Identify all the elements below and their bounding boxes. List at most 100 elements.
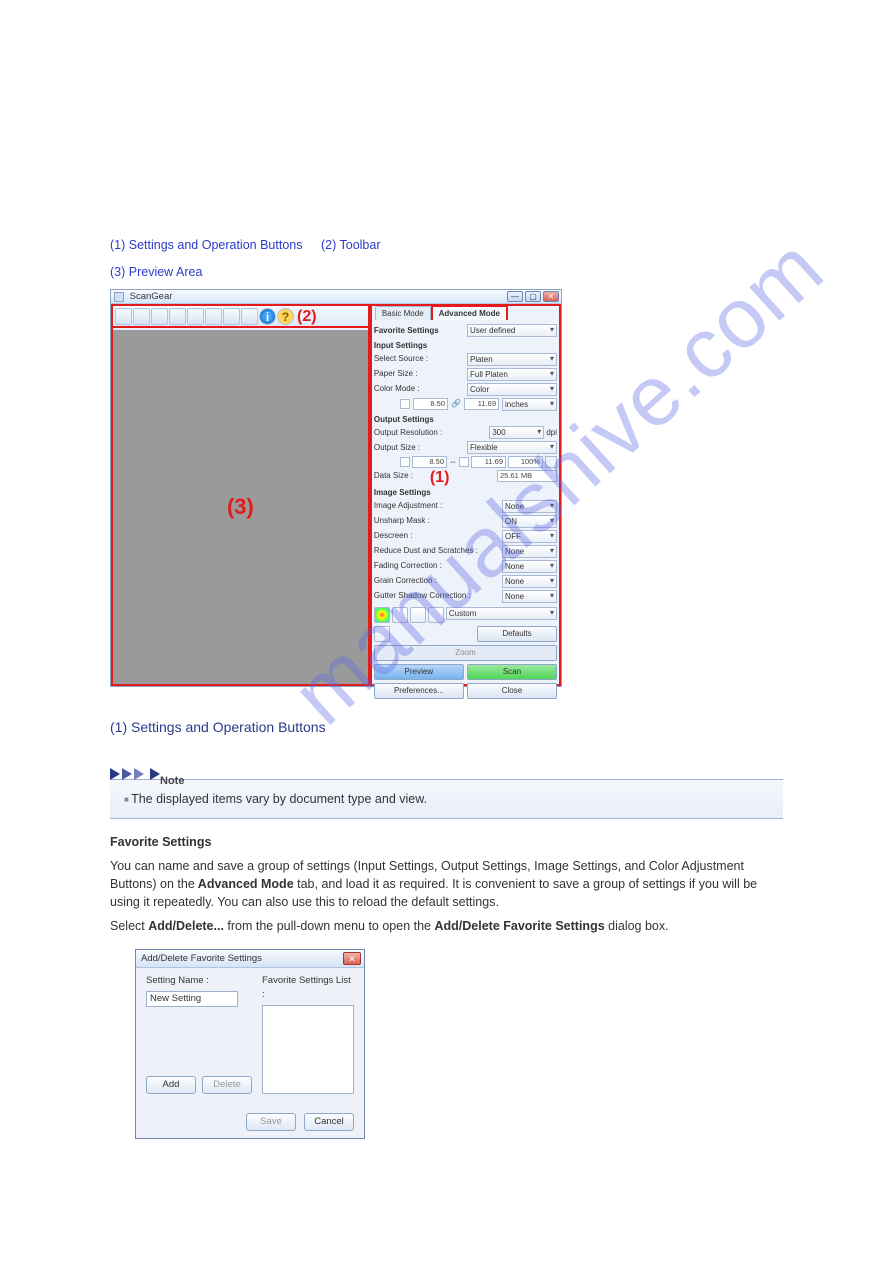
favorite-settings-label: Favorite Settings: [374, 325, 439, 337]
output-percent-field[interactable]: 100%: [508, 456, 543, 468]
settings-panel: (1) Basic Mode Advanced Mode Favorite Se…: [370, 304, 561, 686]
maximize-button[interactable]: ▢: [525, 291, 541, 302]
color-mode-dropdown[interactable]: Color: [467, 383, 557, 396]
threshold-icon[interactable]: [374, 626, 390, 642]
data-size-label: Data Size :: [374, 470, 413, 482]
section-heading-1: (1) Settings and Operation Buttons: [110, 717, 783, 737]
app-icon: [114, 292, 124, 302]
toolbar-button[interactable]: [115, 308, 132, 325]
info-icon[interactable]: i: [259, 308, 276, 325]
output-settings-heading: Output Settings: [374, 414, 557, 426]
setting-name-input[interactable]: New Setting: [146, 991, 238, 1007]
anchor-links: (1) Settings and Operation Buttons (2) T…: [110, 235, 783, 256]
fading-correction-dropdown[interactable]: None: [502, 560, 557, 573]
fav-para-2: Select Add/Delete... from the pull-down …: [110, 917, 783, 935]
color-adjust-icon[interactable]: [374, 607, 390, 623]
zoom-button[interactable]: Zoom: [374, 645, 557, 661]
output-resolution-label: Output Resolution :: [374, 427, 442, 439]
toolbar-button[interactable]: [169, 308, 186, 325]
output-size-label: Output Size :: [374, 442, 420, 454]
minimize-button[interactable]: —: [507, 291, 523, 302]
note-label: Note: [150, 768, 160, 780]
note-box: The displayed items vary by document typ…: [110, 779, 783, 819]
help-icon[interactable]: ?: [277, 308, 294, 325]
toolbar-button[interactable]: [241, 308, 258, 325]
cancel-button[interactable]: Cancel: [304, 1113, 354, 1131]
favorite-settings-list[interactable]: [262, 1005, 354, 1094]
unsharp-mask-dropdown[interactable]: ON: [502, 515, 557, 528]
tab-basic-mode[interactable]: Basic Mode: [375, 306, 431, 321]
note-text: The displayed items vary by document typ…: [124, 790, 769, 808]
delete-button[interactable]: Delete: [202, 1076, 252, 1094]
image-adjustment-dropdown[interactable]: None: [502, 500, 557, 513]
callout-3: (3): [227, 491, 254, 523]
scangear-title-text: ScanGear: [130, 291, 173, 302]
scan-button[interactable]: Scan: [467, 664, 557, 680]
input-width-field[interactable]: 8.50: [413, 398, 448, 410]
select-source-dropdown[interactable]: Platen: [467, 353, 557, 366]
gutter-shadow-dropdown[interactable]: None: [502, 590, 557, 603]
lock-icon[interactable]: [400, 399, 410, 409]
image-settings-heading: Image Settings: [374, 487, 557, 499]
link-settings-buttons[interactable]: (1) Settings and Operation Buttons: [110, 238, 302, 252]
scangear-window: ScanGear — ▢ ✕ i ?: [110, 289, 562, 687]
custom-dropdown[interactable]: Custom: [446, 607, 557, 620]
reduce-dust-dropdown[interactable]: None: [502, 545, 557, 558]
lock-icon[interactable]: [400, 457, 410, 467]
close-button[interactable]: Close: [467, 683, 557, 699]
input-unit-dropdown[interactable]: inches: [502, 398, 557, 411]
add-button[interactable]: Add: [146, 1076, 196, 1094]
toolbar-button[interactable]: [187, 308, 204, 325]
grain-correction-dropdown[interactable]: None: [502, 575, 557, 588]
paper-size-dropdown[interactable]: Full Platen: [467, 368, 557, 381]
data-size-value: 25.61 MB: [497, 470, 557, 482]
dialog-title-text: Add/Delete Favorite Settings: [141, 953, 262, 964]
favorite-settings-select[interactable]: User defined: [467, 324, 557, 337]
descreen-dropdown[interactable]: OFF: [502, 530, 557, 543]
callout-2: (2): [297, 305, 317, 328]
add-delete-favorite-dialog: Add/Delete Favorite Settings ✕ Setting N…: [135, 949, 365, 1139]
close-window-button[interactable]: ✕: [543, 291, 559, 302]
defaults-button[interactable]: Defaults: [477, 626, 557, 642]
output-size-dropdown[interactable]: Flexible: [467, 441, 557, 454]
save-button[interactable]: Save: [246, 1113, 296, 1131]
link-icon[interactable]: ⇔: [449, 456, 457, 468]
descreen-label: Descreen :: [374, 530, 413, 542]
reduce-dust-label: Reduce Dust and Scratches :: [374, 545, 478, 557]
output-resolution-dropdown[interactable]: 300: [489, 426, 544, 439]
link-toolbar[interactable]: (2) Toolbar: [321, 238, 381, 252]
curve-icon[interactable]: [428, 607, 444, 623]
fading-correction-label: Fading Correction :: [374, 560, 442, 572]
left-panel: i ? (2) (3): [111, 304, 370, 686]
preview-button[interactable]: Preview: [374, 664, 464, 680]
paper-size-label: Paper Size :: [374, 368, 418, 380]
preferences-button[interactable]: Preferences...: [374, 683, 464, 699]
dialog-close-button[interactable]: ✕: [343, 952, 361, 965]
output-height-field[interactable]: 11.69: [471, 456, 506, 468]
favorite-list-label: Favorite Settings List :: [262, 974, 354, 1002]
select-source-label: Select Source :: [374, 353, 428, 365]
toolbar: i ? (2): [111, 304, 370, 328]
toolbar-button[interactable]: [133, 308, 150, 325]
color-mode-label: Color Mode :: [374, 383, 420, 395]
histogram-icon[interactable]: [410, 607, 426, 623]
link-preview-area[interactable]: (3) Preview Area: [110, 265, 202, 279]
callout-1: (1): [430, 466, 450, 489]
toolbar-button[interactable]: [205, 308, 222, 325]
gutter-shadow-label: Gutter Shadow Correction :: [374, 590, 471, 602]
stepper-icon[interactable]: [545, 456, 557, 468]
brightness-icon[interactable]: [392, 607, 408, 623]
toolbar-button[interactable]: [151, 308, 168, 325]
grain-correction-label: Grain Correction :: [374, 575, 437, 587]
preview-area[interactable]: (3): [113, 330, 368, 684]
toolbar-button[interactable]: [223, 308, 240, 325]
link-icon[interactable]: 🔗: [451, 398, 461, 410]
input-height-field[interactable]: 11.69: [464, 398, 499, 410]
unsharp-mask-label: Unsharp Mask :: [374, 515, 430, 527]
dpi-label: dpi: [546, 426, 557, 439]
dialog-titlebar: Add/Delete Favorite Settings ✕: [136, 950, 364, 968]
lock-icon[interactable]: [459, 457, 469, 467]
input-settings-heading: Input Settings: [374, 340, 557, 352]
setting-name-label: Setting Name :: [146, 974, 252, 988]
tab-advanced-mode[interactable]: Advanced Mode: [431, 305, 508, 321]
